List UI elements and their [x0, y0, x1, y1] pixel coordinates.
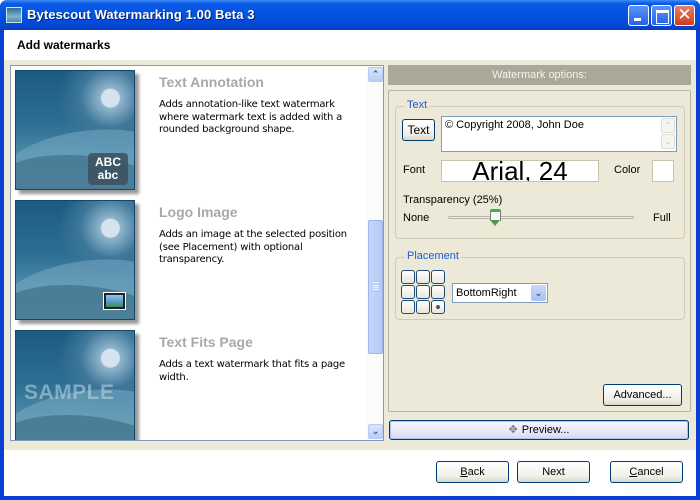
- group-legend: Placement: [405, 250, 461, 262]
- options-panel: Text Text © Copyright 2008, John Doe ⌃ ⌄…: [388, 90, 691, 412]
- text-annotation-thumbnail: ABC abc: [15, 70, 135, 190]
- item-description: Adds a text watermark that fits a page w…: [159, 359, 346, 383]
- wizard-footer: Back Next Cancel: [4, 450, 696, 496]
- edit-text-button[interactable]: Text: [402, 119, 435, 141]
- placement-bottom-left[interactable]: [401, 300, 415, 314]
- app-icon: [6, 7, 22, 23]
- title-bar[interactable]: Bytescout Watermarking 1.00 Beta 3 ✕: [0, 0, 700, 30]
- font-selector[interactable]: Arial, 24: [441, 160, 599, 182]
- abc-badge: ABC abc: [88, 153, 128, 185]
- minimize-button[interactable]: [628, 5, 649, 26]
- grip-icon: [373, 282, 379, 290]
- close-icon: ✕: [677, 5, 692, 25]
- next-button[interactable]: Next: [517, 461, 590, 483]
- chevron-up-icon[interactable]: ⌃: [661, 118, 675, 133]
- text-fits-page-thumbnail: SAMPLE: [15, 330, 135, 440]
- font-label: Font: [403, 164, 426, 176]
- list-scrollbar[interactable]: ⌃ ⌄: [367, 66, 383, 440]
- chevron-down-icon: ⌄: [371, 426, 380, 436]
- transparency-label: Transparency (25%): [403, 194, 503, 206]
- slider-max-label: Full: [653, 212, 671, 224]
- item-title: Logo Image: [159, 204, 238, 220]
- preview-button[interactable]: ✥ Preview...: [389, 420, 689, 440]
- item-description: Adds an image at the selected position (…: [159, 229, 347, 265]
- group-legend: Text: [405, 99, 430, 111]
- placement-center[interactable]: [416, 285, 430, 299]
- watermark-type-list[interactable]: ABC abc Text Annotation Adds annotation-…: [10, 65, 384, 441]
- placement-bottom-right[interactable]: [431, 300, 445, 314]
- scrollbar-thumb[interactable]: [368, 220, 383, 354]
- logo-image-thumbnail: [15, 200, 135, 320]
- window-title: Bytescout Watermarking 1.00 Beta 3: [27, 7, 255, 22]
- chevron-down-icon[interactable]: ⌄: [531, 285, 546, 301]
- placement-group: Placement BottomRight ⌄: [395, 250, 685, 320]
- advanced-button[interactable]: Advanced...: [603, 384, 682, 406]
- scroll-down-button[interactable]: ⌄: [368, 424, 383, 439]
- maximize-button[interactable]: [651, 5, 672, 26]
- app-window: Bytescout Watermarking 1.00 Beta 3 ✕ Add…: [0, 0, 700, 500]
- placement-middle-right[interactable]: [431, 285, 445, 299]
- slider-thumb[interactable]: [489, 209, 501, 227]
- scroll-up-button[interactable]: ⌃: [368, 67, 383, 82]
- placement-middle-left[interactable]: [401, 285, 415, 299]
- item-title: Text Annotation: [159, 74, 264, 90]
- list-item-text-fits-page[interactable]: SAMPLE Text Fits Page Adds a text waterm…: [15, 330, 367, 440]
- placement-bottom-center[interactable]: [416, 300, 430, 314]
- list-item-logo-image[interactable]: Logo Image Adds an image at the selected…: [15, 200, 367, 330]
- item-title: Text Fits Page: [159, 334, 253, 350]
- placement-top-right[interactable]: [431, 270, 445, 284]
- text-group: Text Text © Copyright 2008, John Doe ⌃ ⌄…: [395, 99, 685, 239]
- image-icon: [103, 292, 126, 310]
- sample-watermark-text: SAMPLE: [24, 381, 115, 404]
- transparency-slider[interactable]: [448, 216, 634, 219]
- color-label: Color: [614, 164, 641, 176]
- back-button[interactable]: Back: [436, 461, 509, 483]
- page-title: Add watermarks: [17, 38, 111, 52]
- wizard-client-area: Add watermarks ABC abc Text Annotation A…: [4, 30, 696, 496]
- chevron-up-icon: ⌃: [371, 69, 380, 79]
- placement-dropdown[interactable]: BottomRight ⌄: [452, 283, 548, 303]
- slider-min-label: None: [403, 212, 430, 224]
- wizard-header: Add watermarks: [4, 30, 696, 60]
- close-button[interactable]: ✕: [674, 5, 695, 26]
- color-swatch[interactable]: [652, 160, 674, 182]
- placement-top-center[interactable]: [416, 270, 430, 284]
- item-description: Adds annotation-like text watermark wher…: [159, 99, 343, 135]
- placement-top-left[interactable]: [401, 270, 415, 284]
- move-arrows-icon: ✥: [508, 424, 518, 436]
- chevron-down-icon[interactable]: ⌄: [661, 134, 675, 149]
- watermark-text-input[interactable]: © Copyright 2008, John Doe ⌃ ⌄: [441, 116, 677, 152]
- placement-grid: [401, 270, 447, 316]
- cancel-button[interactable]: Cancel: [610, 461, 683, 483]
- list-item-text-annotation[interactable]: ABC abc Text Annotation Adds annotation-…: [15, 70, 367, 200]
- options-header: Watermark options:: [388, 65, 691, 85]
